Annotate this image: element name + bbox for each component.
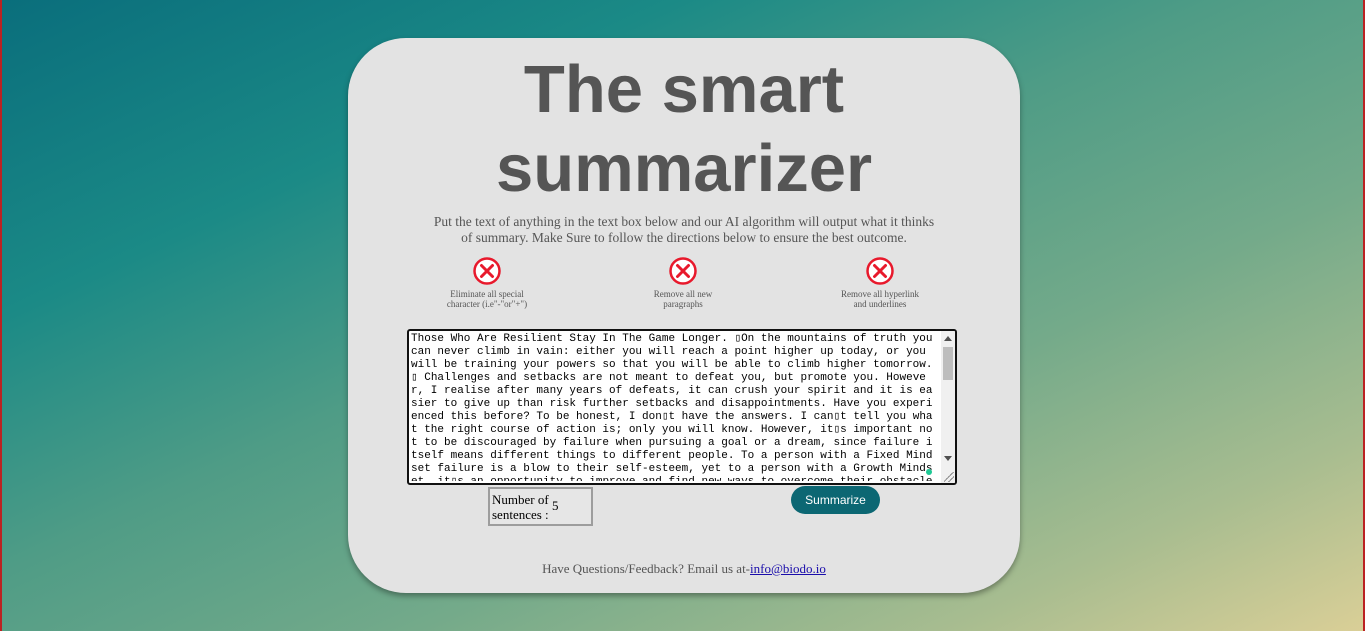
grammar-indicator-icon[interactable] (926, 469, 932, 475)
scroll-thumb[interactable] (943, 347, 953, 380)
title-line-1: The smart (523, 52, 845, 127)
text-input-area[interactable]: Those Who Are Resilient Stay In The Game… (407, 329, 957, 485)
title-line-2: summarizer (495, 131, 873, 206)
resize-handle-icon[interactable] (944, 472, 954, 482)
x-circle-icon (669, 257, 697, 285)
footer: Have Questions/Feedback? Email us at-inf… (348, 561, 1020, 577)
summarize-button[interactable]: Summarize (791, 486, 880, 514)
sentences-input[interactable]: 5 (552, 497, 582, 515)
rule-new-paragraphs: Remove all new paragraphs (618, 257, 748, 309)
footer-text: Have Questions/Feedback? Email us at- (542, 561, 751, 576)
rule-special-characters: Eliminate all special character (i.e"-"o… (422, 257, 552, 309)
x-circle-icon (473, 257, 501, 285)
page-title: The smart summarizer (348, 50, 1020, 208)
email-link[interactable]: info@biodo.io (750, 561, 826, 576)
page-subtitle: Put the text of anything in the text box… (433, 214, 935, 245)
rule-text: Remove all new paragraphs (653, 289, 713, 309)
x-circle-icon (866, 257, 894, 285)
sentences-label: Number of sentences : (492, 492, 549, 522)
rule-text: Remove all hyperlink and underlines (841, 289, 919, 309)
rule-text: Eliminate all special character (i.e"-"o… (446, 289, 528, 309)
scroll-down-arrow-icon[interactable] (944, 456, 952, 461)
main-card: The smart summarizer Put the text of any… (348, 38, 1020, 593)
rule-hyperlinks: Remove all hyperlink and underlines (815, 257, 945, 309)
text-input-content[interactable]: Those Who Are Resilient Stay In The Game… (411, 333, 939, 481)
sentences-control: Number of sentences : 5 (488, 487, 593, 526)
scroll-up-arrow-icon[interactable] (944, 336, 952, 341)
textarea-scrollbar[interactable] (941, 331, 955, 483)
